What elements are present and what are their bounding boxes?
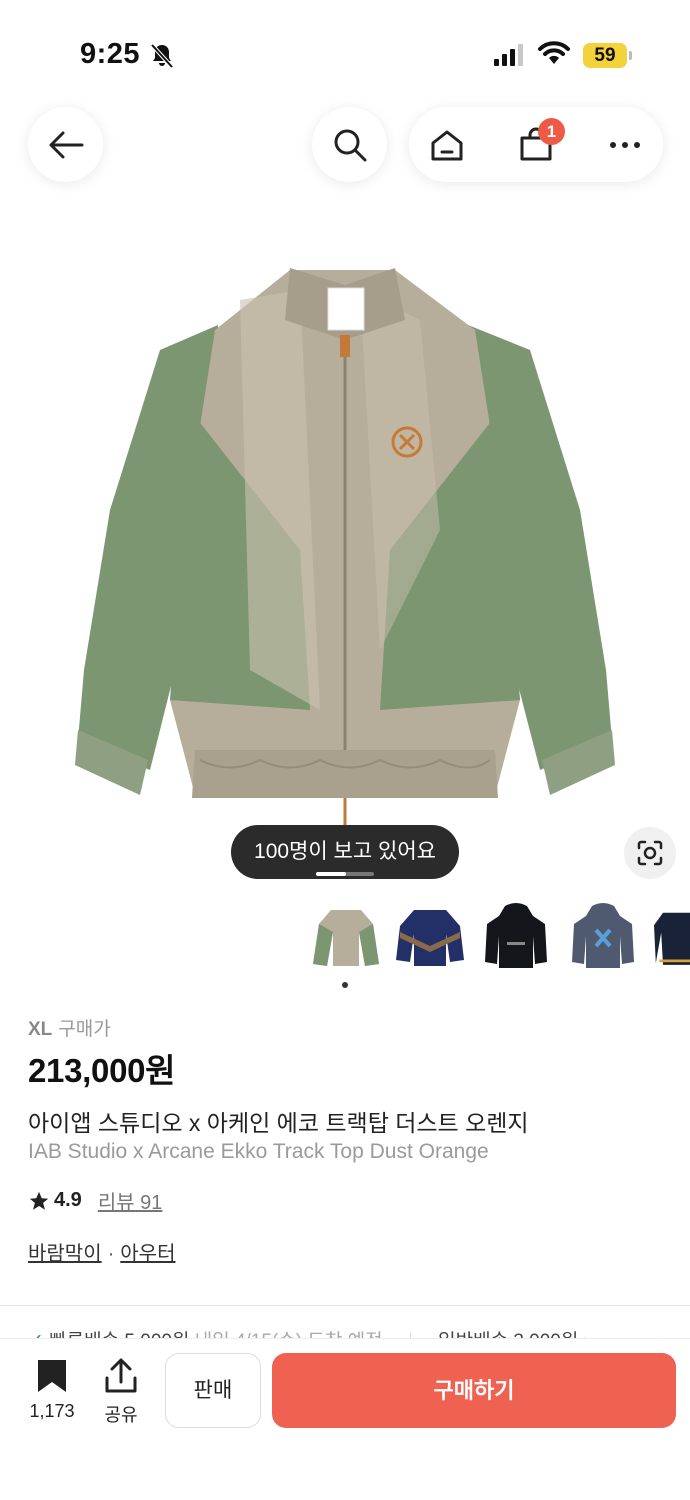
product-name-korean: 아이앱 스튜디오 x 아케인 에코 트랙탑 더스트 오렌지 <box>28 1110 529 1136</box>
thumbnail-sweater-navy <box>654 912 690 965</box>
battery-indicator: 59 <box>583 43 627 68</box>
share-icon <box>105 1358 137 1393</box>
back-button[interactable] <box>28 107 103 182</box>
top-action-group <box>409 107 663 182</box>
thumbnail-active-dot <box>342 982 348 988</box>
home-icon <box>431 130 462 160</box>
bookmark-count: 1,173 <box>29 1401 75 1421</box>
size-price-label: XL 구매가 <box>28 1014 111 1041</box>
viewers-count-badge: 100명이 보고 있어요 <box>231 825 459 879</box>
thumbnail-jacket-green <box>313 910 379 966</box>
section-divider <box>0 1305 690 1306</box>
bookmark-icon <box>38 1360 66 1392</box>
share-label: 공유 <box>104 1405 138 1425</box>
review-link[interactable]: 리뷰 91 <box>98 1186 163 1215</box>
star-icon <box>29 1191 49 1210</box>
bell-muted-icon <box>150 43 174 69</box>
status-bar: 9:25 59 <box>0 0 690 100</box>
category-link-outer[interactable]: 아우터 <box>120 1243 175 1265</box>
share-button[interactable]: 공유 <box>96 1358 146 1427</box>
bookmark-button[interactable]: 1,173 <box>24 1358 80 1422</box>
thumbnail-hoodie-gray <box>572 903 634 968</box>
jacket-illustration <box>75 268 615 828</box>
search-button[interactable] <box>312 107 387 182</box>
product-name-english: IAB Studio x Arcane Ekko Track Top Dust … <box>28 1140 489 1163</box>
search-icon <box>334 129 366 161</box>
image-page-indicator <box>316 872 374 876</box>
lens-scan-icon <box>637 840 663 866</box>
status-time: 9:25 <box>80 38 141 70</box>
thumbnail-5[interactable] <box>654 898 690 976</box>
thumbnail-2[interactable] <box>394 898 466 976</box>
home-button[interactable] <box>409 107 484 182</box>
sell-button[interactable]: 판매 <box>165 1353 261 1428</box>
signal-icon <box>494 44 523 66</box>
rating-value: 4.9 <box>54 1189 82 1211</box>
cart-button[interactable] <box>498 107 573 182</box>
thumbnail-3[interactable] <box>480 898 552 976</box>
thumbnail-4[interactable] <box>567 898 639 976</box>
battery-tip <box>629 51 632 60</box>
image-search-button[interactable] <box>624 827 676 879</box>
image-page-indicator-active <box>316 872 346 876</box>
rating-row: 4.9 리뷰 91 <box>28 1186 162 1215</box>
wifi-icon <box>538 41 570 64</box>
more-dots-icon <box>609 141 640 148</box>
price-type-label: 구매가 <box>58 1019 111 1040</box>
selected-size: XL <box>28 1019 53 1040</box>
buy-button[interactable]: 구매하기 <box>272 1353 676 1428</box>
thumbnail-hoodie-black <box>485 903 547 968</box>
category-link-windbreaker[interactable]: 바람막이 <box>28 1243 102 1265</box>
product-price: 213,000원 <box>28 1052 176 1089</box>
thumbnail-1[interactable] <box>310 898 382 976</box>
thumbnail-jacket-navy <box>396 910 464 966</box>
product-image[interactable] <box>0 230 690 830</box>
cart-count-badge: 1 <box>538 118 565 145</box>
arrow-left-icon <box>49 131 83 158</box>
category-breadcrumb: 바람막이 · 아우터 <box>28 1237 175 1266</box>
more-button[interactable] <box>587 107 662 182</box>
category-separator: · <box>107 1243 115 1265</box>
